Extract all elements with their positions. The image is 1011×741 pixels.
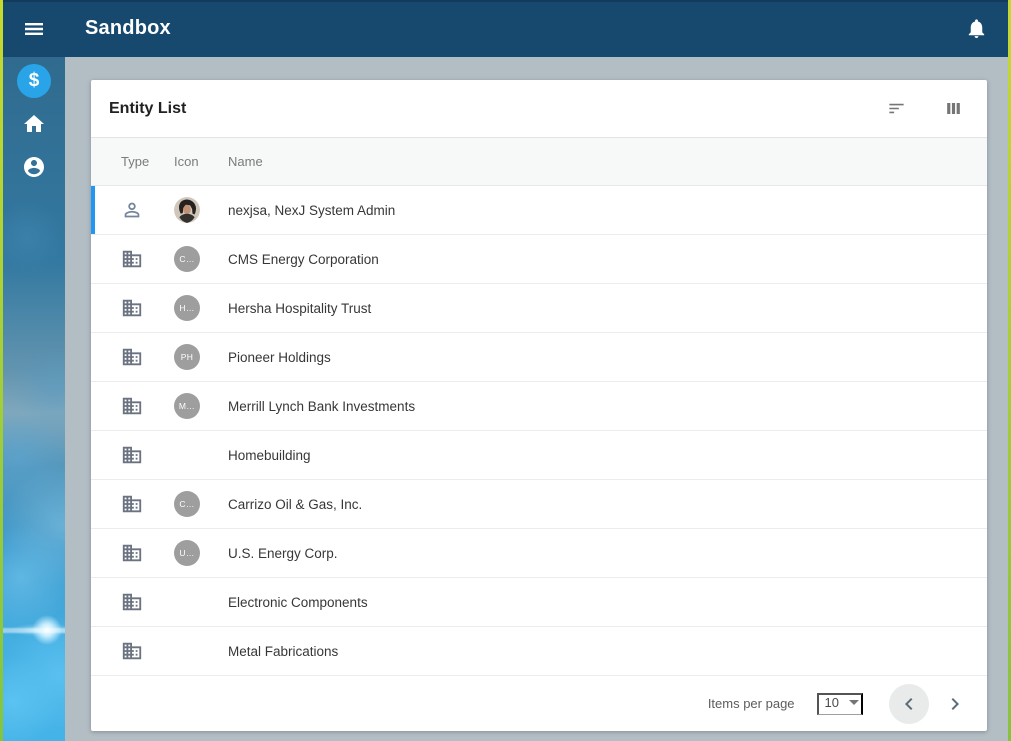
company-building-icon [121, 640, 143, 662]
chevron-left-icon [897, 692, 921, 716]
table-row[interactable]: PH Pioneer Holdings [91, 333, 987, 382]
paginator: Items per page 10 [91, 676, 987, 731]
initials-badge: C… [174, 246, 200, 272]
initials-badge: C… [174, 491, 200, 517]
initials-badge: U… [174, 540, 200, 566]
person-outline-icon [121, 199, 143, 221]
entity-name: Merrill Lynch Bank Investments [228, 398, 416, 414]
home-icon [22, 112, 46, 136]
company-building-icon [121, 444, 143, 466]
sidebar-nav: $ [3, 57, 65, 741]
company-building-icon [121, 248, 143, 270]
bell-icon [965, 17, 988, 40]
app-window: Sandbox $ Entity List Type Icon Name nex… [0, 0, 1011, 741]
table-row[interactable]: Metal Fabrications [91, 627, 987, 676]
table-row[interactable]: H… Hersha Hospitality Trust [91, 284, 987, 333]
entity-rows: nexjsa, NexJ System Admin C… CMS Energy [91, 186, 987, 676]
table-header-row: Type Icon Name [91, 137, 987, 186]
main-content: Entity List Type Icon Name nexjsa, NexJ … [68, 57, 1008, 741]
entity-name: U.S. Energy Corp. [228, 545, 338, 561]
table-row[interactable]: Electronic Components [91, 578, 987, 627]
entity-list-header: Entity List [91, 80, 987, 137]
column-header-name[interactable]: Name [228, 154, 987, 169]
items-per-page-label: Items per page [707, 696, 795, 711]
entity-name: Hersha Hospitality Trust [228, 300, 372, 316]
entity-name: Metal Fabrications [228, 643, 339, 659]
table-row[interactable]: nexjsa, NexJ System Admin [91, 186, 987, 235]
notifications-button[interactable] [959, 11, 994, 46]
page-title: Sandbox [85, 17, 171, 39]
sidebar-item-home[interactable] [17, 107, 51, 141]
sidebar-item-profile[interactable] [17, 150, 51, 184]
entity-name: Pioneer Holdings [228, 349, 331, 365]
entity-name: Carrizo Oil & Gas, Inc. [228, 496, 363, 512]
initials-badge: H… [174, 295, 200, 321]
selected-indicator [91, 186, 95, 234]
entity-name: CMS Energy Corporation [228, 251, 379, 267]
entity-name: nexjsa, NexJ System Admin [228, 202, 396, 218]
column-header-type[interactable]: Type [121, 154, 174, 169]
company-building-icon [121, 542, 143, 564]
table-row[interactable]: M… Merrill Lynch Bank Investments [91, 382, 987, 431]
page-size-value: 10 [824, 694, 839, 710]
dollar-icon: $ [28, 70, 40, 91]
next-page-button[interactable] [935, 684, 975, 724]
entity-name: Homebuilding [228, 447, 311, 463]
company-building-icon [121, 346, 143, 368]
table-row[interactable]: U… U.S. Energy Corp. [91, 529, 987, 578]
hamburger-menu-button[interactable] [16, 11, 52, 47]
table-row[interactable]: C… CMS Energy Corporation [91, 235, 987, 284]
entity-name: Electronic Components [228, 594, 368, 610]
sidebar-item-finance[interactable]: $ [17, 64, 51, 98]
table-row[interactable]: Homebuilding [91, 431, 987, 480]
top-app-bar: Sandbox [3, 0, 1008, 57]
entity-list-title: Entity List [109, 99, 187, 117]
company-building-icon [121, 493, 143, 515]
hamburger-icon [22, 17, 46, 41]
entity-list-card: Entity List Type Icon Name nexjsa, NexJ … [91, 80, 987, 731]
initials-badge: PH [174, 344, 200, 370]
view-columns-icon [944, 99, 963, 118]
page-size-select[interactable]: 10 [816, 692, 863, 715]
person-circle-icon [22, 155, 46, 179]
table-row[interactable]: C… Carrizo Oil & Gas, Inc. [91, 480, 987, 529]
previous-page-button[interactable] [889, 683, 929, 724]
columns-button[interactable] [938, 93, 969, 124]
sort-icon [887, 99, 906, 118]
initials-badge: M… [174, 393, 200, 419]
company-building-icon [121, 297, 143, 319]
chevron-right-icon [943, 692, 967, 716]
chevron-down-icon [849, 699, 859, 705]
company-building-icon [121, 395, 143, 417]
avatar [174, 197, 200, 223]
company-building-icon [121, 591, 143, 613]
column-header-icon[interactable]: Icon [174, 154, 228, 169]
sort-button[interactable] [881, 93, 912, 124]
